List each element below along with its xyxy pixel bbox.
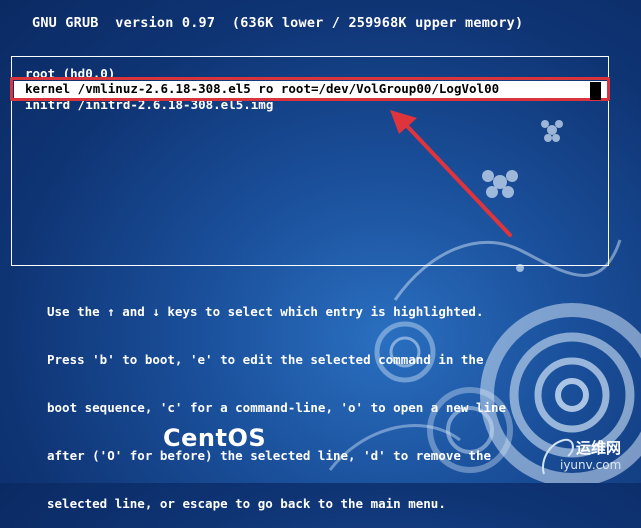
help-line: Use the ↑ and ↓ keys to select which ent…	[47, 304, 484, 319]
help-text: Use the ↑ and ↓ keys to select which ent…	[47, 272, 506, 528]
watermark-title: 运维网	[576, 439, 622, 457]
selection-highlight-frame	[10, 77, 610, 101]
grub-header: GNU GRUB version 0.97 (636K lower / 2599…	[32, 15, 524, 31]
help-line: boot sequence, 'c' for a command-line, '…	[47, 400, 507, 415]
help-line: selected line, or escape to go back to t…	[47, 496, 446, 511]
site-watermark: 运维网 iyunv.com	[538, 434, 638, 478]
annotation-arrow-icon	[390, 110, 512, 237]
help-line: after ('O' for before) the selected line…	[47, 448, 492, 463]
text-cursor	[590, 82, 601, 100]
centos-logo: CentOS	[163, 424, 267, 452]
watermark-url: iyunv.com	[560, 458, 622, 472]
help-line: Press 'b' to boot, 'e' to edit the selec…	[47, 352, 484, 367]
